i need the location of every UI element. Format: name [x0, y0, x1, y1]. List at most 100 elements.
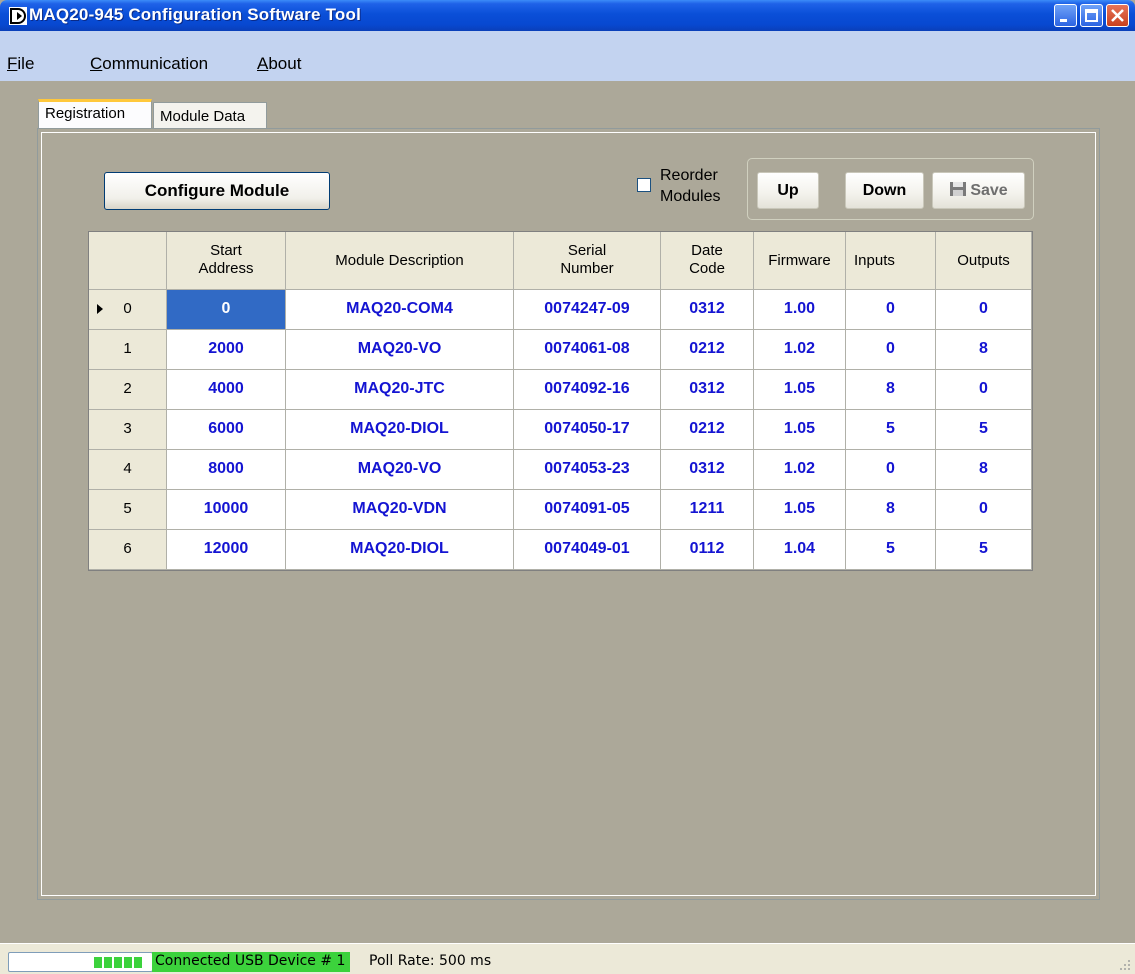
cell-outputs[interactable]: 5: [936, 530, 1032, 570]
row-header[interactable]: 0: [89, 290, 167, 330]
cell-firmware[interactable]: 1.05: [754, 490, 846, 530]
module-grid[interactable]: Start Address Module Description Serial Nu…: [88, 231, 1033, 571]
cell-start-address[interactable]: 10000: [167, 490, 286, 530]
title-bar: MAQ20-945 Configuration Software Tool: [0, 0, 1135, 31]
cell-date-code[interactable]: 0312: [661, 290, 754, 330]
minimize-button[interactable]: [1054, 4, 1077, 27]
cell-start-address[interactable]: 12000: [167, 530, 286, 570]
grid-corner: [89, 232, 167, 290]
header-serial-number[interactable]: Serial Number: [514, 232, 661, 290]
close-button[interactable]: [1106, 4, 1129, 27]
header-module-description[interactable]: Module Description: [286, 232, 514, 290]
cell-inputs[interactable]: 0: [846, 290, 936, 330]
row-header[interactable]: 3: [89, 410, 167, 450]
reorder-modules-label: Reorder Modules: [660, 167, 721, 205]
cell-inputs[interactable]: 0: [846, 330, 936, 370]
current-row-arrow-icon: [97, 304, 103, 314]
cell-outputs[interactable]: 0: [936, 370, 1032, 410]
cell-start-address[interactable]: 4000: [167, 370, 286, 410]
cell-serial-number[interactable]: 0074061-08: [514, 330, 661, 370]
close-icon: [1111, 9, 1124, 22]
down-button[interactable]: Down: [845, 172, 924, 209]
cell-serial-number[interactable]: 0074247-09: [514, 290, 661, 330]
row-index: 4: [123, 460, 132, 477]
status-bar: Connected USB Device # 1 Poll Rate: 500 …: [0, 943, 1135, 974]
connection-progress: [8, 952, 153, 972]
cell-start-address[interactable]: 8000: [167, 450, 286, 490]
cell-firmware[interactable]: 1.04: [754, 530, 846, 570]
cell-serial-number[interactable]: 0074091-05: [514, 490, 661, 530]
cell-firmware[interactable]: 1.05: [754, 410, 846, 450]
cell-module-description[interactable]: MAQ20-VO: [286, 450, 514, 490]
cell-serial-number[interactable]: 0074050-17: [514, 410, 661, 450]
cell-date-code[interactable]: 0312: [661, 370, 754, 410]
cell-module-description[interactable]: MAQ20-DIOL: [286, 530, 514, 570]
menu-communication[interactable]: Communication: [90, 54, 208, 74]
row-header[interactable]: 4: [89, 450, 167, 490]
row-header[interactable]: 6: [89, 530, 167, 570]
cell-date-code[interactable]: 0112: [661, 530, 754, 570]
cell-outputs[interactable]: 0: [936, 490, 1032, 530]
save-button[interactable]: Save: [932, 172, 1025, 209]
cell-inputs[interactable]: 8: [846, 370, 936, 410]
cell-outputs[interactable]: 0: [936, 290, 1032, 330]
resize-grip-icon[interactable]: [1118, 958, 1132, 972]
cell-outputs[interactable]: 8: [936, 330, 1032, 370]
cell-serial-number[interactable]: 0074092-16: [514, 370, 661, 410]
cell-firmware[interactable]: 1.00: [754, 290, 846, 330]
row-header[interactable]: 2: [89, 370, 167, 410]
header-inputs[interactable]: Inputs: [846, 232, 936, 290]
cell-module-description[interactable]: MAQ20-DIOL: [286, 410, 514, 450]
cell-inputs[interactable]: 0: [846, 450, 936, 490]
maximize-button[interactable]: [1080, 4, 1103, 27]
row-index: 5: [123, 500, 132, 517]
row-header[interactable]: 1: [89, 330, 167, 370]
cell-module-description[interactable]: MAQ20-VDN: [286, 490, 514, 530]
header-firmware[interactable]: Firmware: [754, 232, 846, 290]
row-index: 2: [123, 380, 132, 397]
row-index: 6: [123, 540, 132, 557]
cell-module-description[interactable]: MAQ20-JTC: [286, 370, 514, 410]
cell-serial-number[interactable]: 0074053-23: [514, 450, 661, 490]
minimize-icon: [1060, 19, 1067, 22]
tab-registration[interactable]: Registration: [38, 99, 152, 129]
cell-module-description[interactable]: MAQ20-COM4: [286, 290, 514, 330]
cell-firmware[interactable]: 1.02: [754, 450, 846, 490]
cell-inputs[interactable]: 5: [846, 410, 936, 450]
row-header[interactable]: 5: [89, 490, 167, 530]
save-floppy-icon: [950, 182, 967, 196]
cell-start-address[interactable]: 6000: [167, 410, 286, 450]
header-outputs[interactable]: Outputs: [936, 232, 1032, 290]
connection-status: Connected USB Device # 1: [152, 952, 351, 972]
reorder-modules-checkbox[interactable]: [637, 178, 651, 192]
cell-date-code[interactable]: 1211: [661, 490, 754, 530]
cell-start-address[interactable]: 0: [167, 290, 286, 330]
row-index: 0: [123, 300, 132, 317]
cell-date-code[interactable]: 0212: [661, 410, 754, 450]
app-logo-icon: [9, 7, 27, 25]
cell-date-code[interactable]: 0212: [661, 330, 754, 370]
cell-outputs[interactable]: 8: [936, 450, 1032, 490]
configure-module-button[interactable]: Configure Module: [104, 172, 330, 210]
up-button[interactable]: Up: [757, 172, 819, 209]
menu-file[interactable]: File: [7, 54, 34, 74]
cell-start-address[interactable]: 2000: [167, 330, 286, 370]
row-index: 1: [123, 340, 132, 357]
cell-firmware[interactable]: 1.02: [754, 330, 846, 370]
cell-inputs[interactable]: 8: [846, 490, 936, 530]
cell-firmware[interactable]: 1.05: [754, 370, 846, 410]
tab-module-data[interactable]: Module Data: [153, 102, 267, 128]
cell-module-description[interactable]: MAQ20-VO: [286, 330, 514, 370]
cell-serial-number[interactable]: 0074049-01: [514, 530, 661, 570]
header-date-code[interactable]: Date Code: [661, 232, 754, 290]
window-title: MAQ20-945 Configuration Software Tool: [29, 5, 361, 24]
cell-date-code[interactable]: 0312: [661, 450, 754, 490]
cell-inputs[interactable]: 5: [846, 530, 936, 570]
header-start-address[interactable]: Start Address: [167, 232, 286, 290]
menu-about[interactable]: About: [257, 54, 301, 74]
row-index: 3: [123, 420, 132, 437]
menu-bar: File Communication About: [0, 31, 1135, 81]
cell-outputs[interactable]: 5: [936, 410, 1032, 450]
poll-rate: Poll Rate: 500 ms: [369, 953, 492, 969]
progress-blocks: [94, 957, 142, 968]
